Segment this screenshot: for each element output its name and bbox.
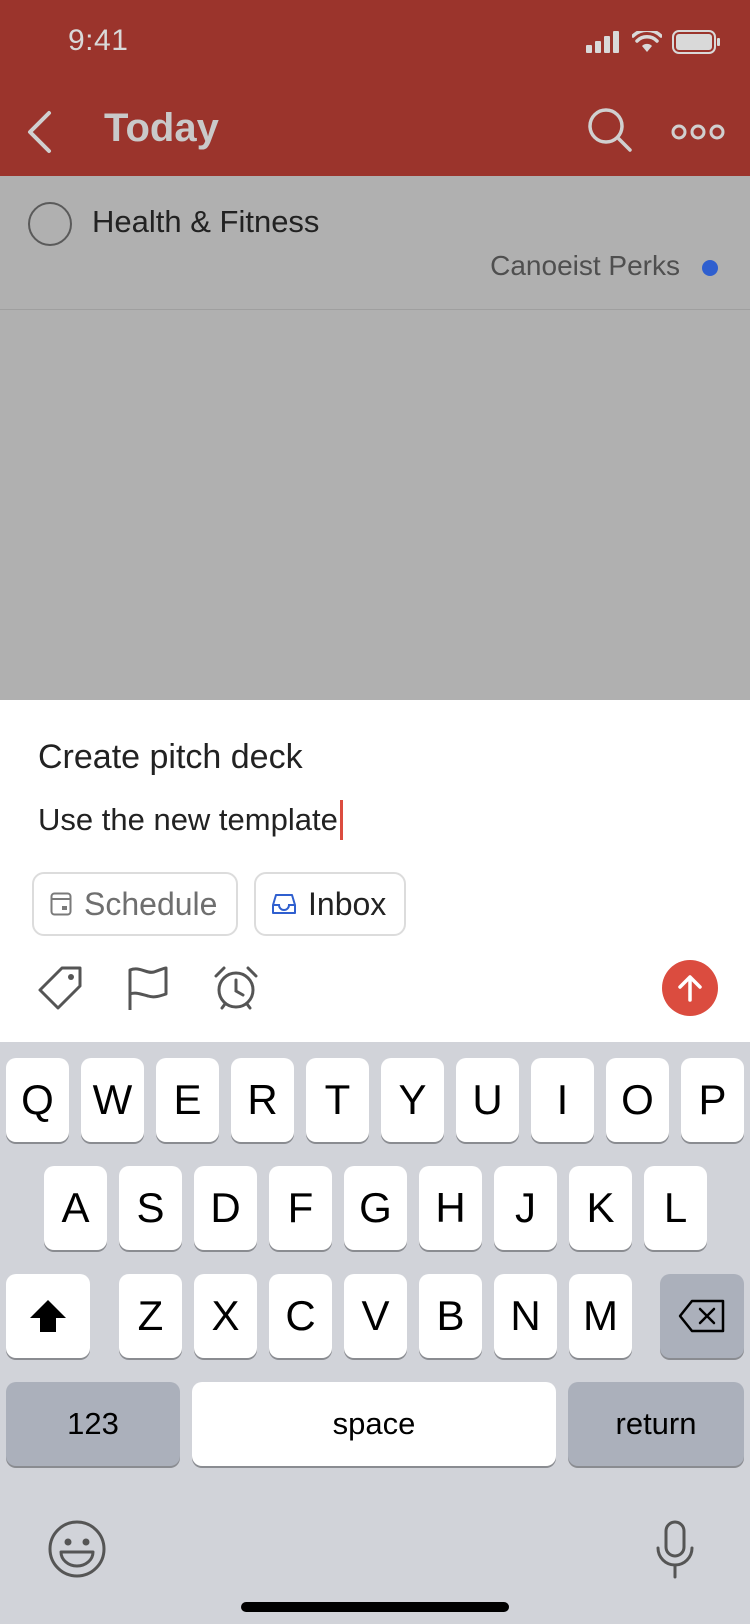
task-description-input[interactable]: Use the new template [38, 800, 343, 840]
search-icon [588, 108, 632, 152]
inbox-icon [272, 894, 296, 914]
page-title: Today [104, 106, 219, 150]
key-u[interactable]: U [456, 1058, 519, 1142]
alarm-clock-icon [214, 966, 258, 1010]
key-w[interactable]: W [81, 1058, 144, 1142]
delete-key[interactable] [660, 1274, 744, 1358]
task-complete-checkbox[interactable] [28, 202, 72, 246]
dictation-key[interactable] [654, 1520, 696, 1580]
tag-icon [38, 966, 82, 1010]
backspace-icon [678, 1299, 725, 1333]
key-x[interactable]: X [194, 1274, 257, 1358]
quick-add-sheet: Create pitch deck Use the new template S… [0, 700, 750, 1042]
space-key[interactable]: space [192, 1382, 556, 1466]
status-time: 9:41 [68, 24, 129, 57]
back-button[interactable] [14, 104, 64, 160]
calendar-icon [50, 892, 72, 916]
chevron-left-icon [28, 111, 51, 153]
task-description-text: Use the new template [38, 802, 338, 837]
task-title: Health & Fitness [92, 204, 320, 239]
add-task-button[interactable] [662, 960, 718, 1016]
key-e[interactable]: E [156, 1058, 219, 1142]
key-z[interactable]: Z [119, 1274, 182, 1358]
key-n[interactable]: N [494, 1274, 557, 1358]
task-list-overlay: Health & Fitness Canoeist Perks [0, 176, 750, 700]
on-screen-keyboard: Q W E R T Y U I O P A S D F G H J K L Z … [0, 1042, 750, 1624]
key-b[interactable]: B [419, 1274, 482, 1358]
key-i[interactable]: I [531, 1058, 594, 1142]
task-name-input[interactable]: Create pitch deck [38, 738, 303, 777]
key-c[interactable]: C [269, 1274, 332, 1358]
key-f[interactable]: F [269, 1166, 332, 1250]
text-cursor [339, 800, 343, 840]
battery-icon [672, 30, 720, 54]
status-icons [586, 30, 720, 54]
key-l[interactable]: L [644, 1166, 707, 1250]
more-horizontal-icon [671, 124, 725, 140]
wifi-icon [632, 31, 662, 52]
search-button[interactable] [586, 106, 636, 156]
key-j[interactable]: J [494, 1166, 557, 1250]
key-a[interactable]: A [44, 1166, 107, 1250]
arrow-up-icon [678, 975, 702, 1002]
key-d[interactable]: D [194, 1166, 257, 1250]
flag-icon [128, 966, 168, 1010]
numbers-key[interactable]: 123 [6, 1382, 180, 1466]
key-q[interactable]: Q [6, 1058, 69, 1142]
project-select-button[interactable]: Inbox [254, 872, 406, 936]
emoji-smiley-icon [48, 1520, 106, 1578]
project-label: Inbox [308, 885, 387, 922]
key-h[interactable]: H [419, 1166, 482, 1250]
more-options-button[interactable] [670, 112, 726, 152]
key-p[interactable]: P [681, 1058, 744, 1142]
key-r[interactable]: R [231, 1058, 294, 1142]
task-row[interactable]: Health & Fitness Canoeist Perks [0, 176, 750, 310]
microphone-icon [656, 1520, 694, 1579]
reminder-button[interactable] [212, 964, 260, 1012]
key-m[interactable]: M [569, 1274, 632, 1358]
key-t[interactable]: T [306, 1058, 369, 1142]
cellular-signal-icon [586, 31, 619, 53]
emoji-key[interactable] [46, 1518, 108, 1580]
key-v[interactable]: V [344, 1274, 407, 1358]
shift-arrow-icon [30, 1300, 66, 1332]
key-o[interactable]: O [606, 1058, 669, 1142]
label-button[interactable] [36, 964, 84, 1012]
project-color-dot [702, 260, 718, 276]
task-project-label: Canoeist Perks [490, 250, 680, 281]
key-y[interactable]: Y [381, 1058, 444, 1142]
priority-button[interactable] [124, 964, 172, 1012]
key-k[interactable]: K [569, 1166, 632, 1250]
shift-key[interactable] [6, 1274, 90, 1358]
schedule-label: Schedule [84, 885, 218, 922]
schedule-button[interactable]: Schedule [32, 872, 238, 936]
key-g[interactable]: G [344, 1166, 407, 1250]
app-header: 9:41 Today [0, 0, 750, 176]
return-key[interactable]: return [568, 1382, 744, 1466]
key-s[interactable]: S [119, 1166, 182, 1250]
home-indicator [241, 1602, 509, 1612]
